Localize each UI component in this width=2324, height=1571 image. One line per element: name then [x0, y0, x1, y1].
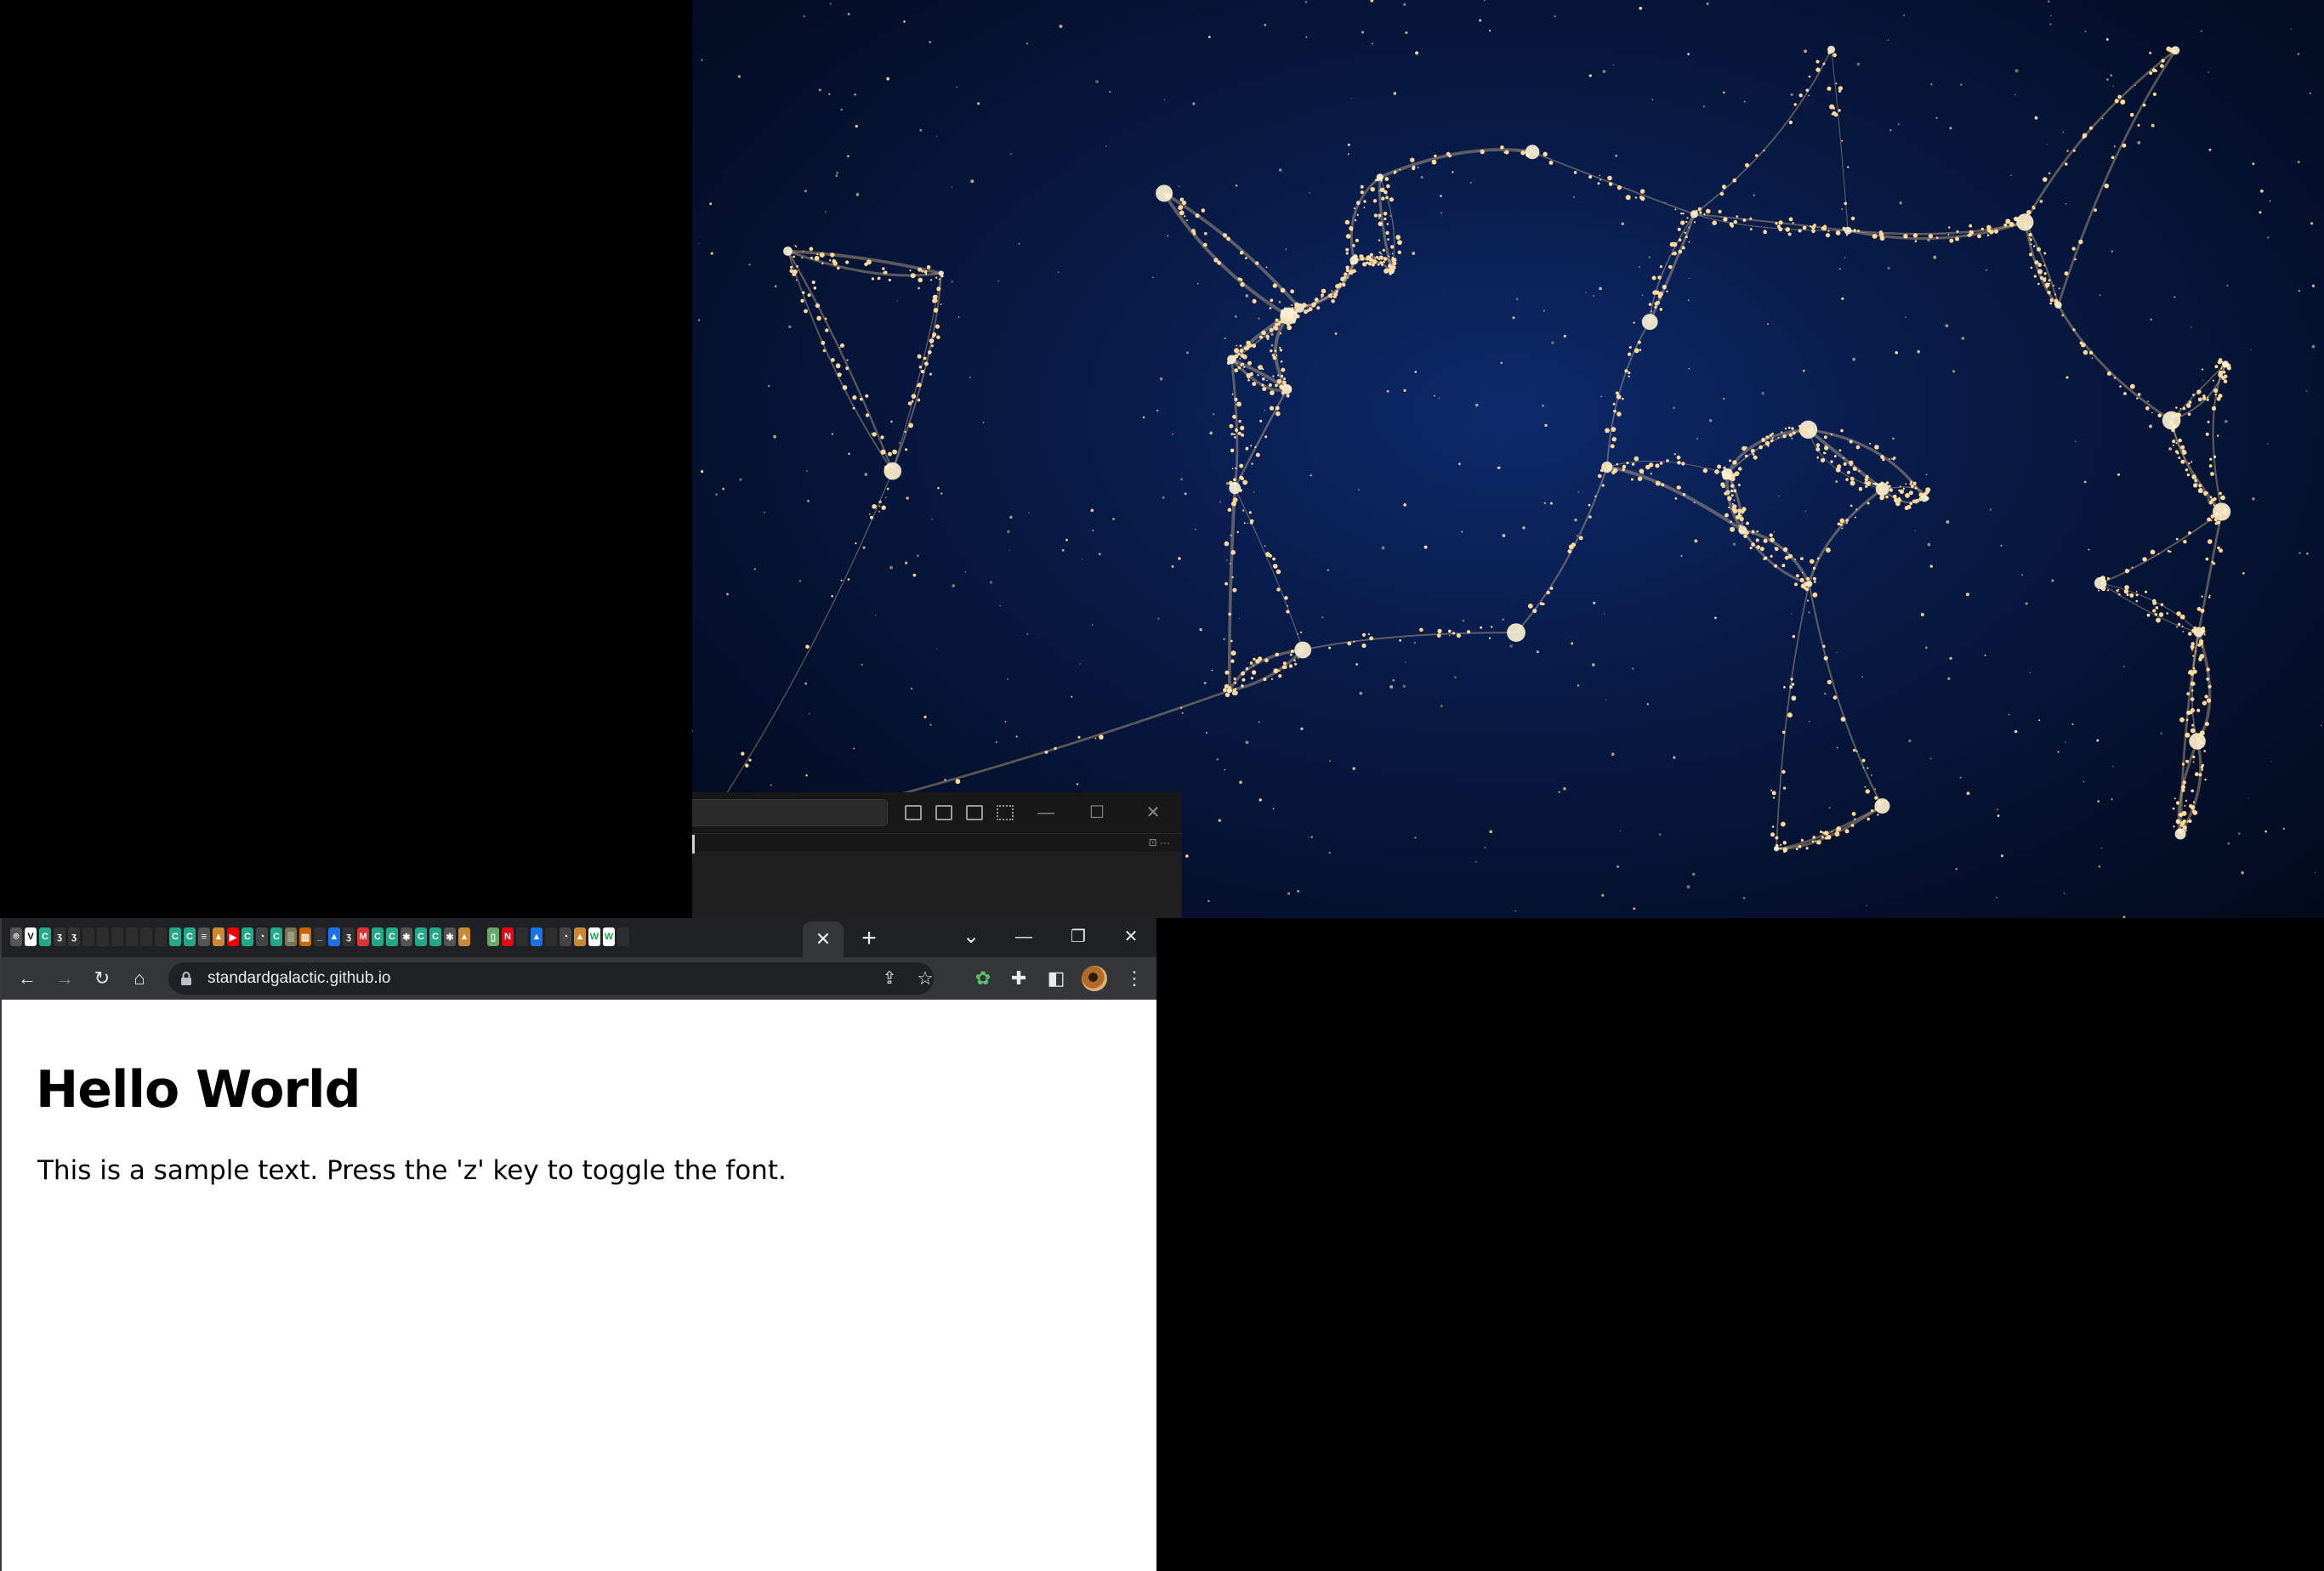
editor-maximize-button[interactable]: ☐: [1080, 801, 1114, 825]
pinned-tab-favicon[interactable]: [516, 927, 528, 946]
reload-icon[interactable]: ↻: [88, 965, 116, 992]
bookmark-star-icon[interactable]: ☆: [912, 965, 939, 992]
editor-window: — ☐ ✕ ⊡ ···: [692, 792, 1182, 918]
home-icon[interactable]: ⌂: [126, 965, 153, 992]
minimize-button[interactable]: —: [998, 922, 1049, 952]
editor-tab-strip: [692, 833, 1182, 852]
close-window-button[interactable]: ✕: [1105, 922, 1156, 952]
pinned-tab-favicon[interactable]: W: [603, 927, 615, 946]
pinned-tab-list: ⌾ V Cʒ ʒ C C ≡ ▲ ▶ C ◔ C ▒ ▥ _ ▲ ʒ M C C ✱ C C ✱ ▲ ▯ N ▲ ◔ ▲ W W: [10, 927, 629, 947]
editor-titlebar: — ☐ ✕: [692, 792, 1182, 833]
pinned-tab-favicon[interactable]: _: [314, 927, 326, 946]
toggle-primary-sidebar-icon[interactable]: [905, 805, 922, 820]
pinned-tab-favicon[interactable]: C: [386, 927, 398, 946]
pinned-tab-favicon[interactable]: ▲: [574, 927, 586, 946]
pinned-tab-favicon[interactable]: ✱: [444, 927, 456, 946]
pinned-tab-favicon[interactable]: ◔: [560, 927, 571, 946]
editor-more-actions[interactable]: ⊡ ···: [1149, 837, 1170, 848]
chrome-window: ⌾ V Cʒ ʒ C C ≡ ▲ ▶ C ◔ C ▒ ▥ _ ▲ ʒ M C C ✱ C C ✱ ▲ ▯ N ▲ ◔ ▲ W W ✕ + ⌄ …: [0, 918, 1156, 1571]
pinned-tab-favicon[interactable]: ʒ: [343, 927, 355, 946]
pinned-tab-favicon[interactable]: [155, 927, 167, 946]
pinned-tab-favicon[interactable]: ʒ: [54, 927, 65, 946]
pinned-tab-favicon[interactable]: ▲: [213, 927, 224, 946]
lock-icon: [181, 972, 191, 985]
pinned-tab-favicon[interactable]: [545, 927, 557, 946]
share-icon[interactable]: ⇪: [876, 965, 903, 992]
pinned-tab-favicon[interactable]: [617, 927, 629, 946]
page-paragraph: This is a sample text. Press the 'z' key…: [37, 1155, 787, 1186]
pinned-tab-favicon[interactable]: [473, 927, 485, 946]
restore-button[interactable]: ❐: [1053, 922, 1104, 952]
pinned-tab-favicon[interactable]: C: [415, 927, 427, 946]
pinned-tab-favicon[interactable]: W: [588, 927, 600, 946]
pinned-tab-favicon[interactable]: ✱: [401, 927, 412, 946]
pinned-tab-favicon[interactable]: ⌾: [10, 927, 22, 946]
pinned-tab-favicon[interactable]: C: [39, 927, 51, 946]
tab-search-button[interactable]: ⌄: [946, 922, 997, 952]
editor-command-center[interactable]: [692, 799, 888, 826]
pinned-tab-favicon[interactable]: ▒: [285, 927, 297, 946]
tab-strip: ⌾ V Cʒ ʒ C C ≡ ▲ ▶ C ◔ C ▒ ▥ _ ▲ ʒ M C C ✱ C C ✱ ▲ ▯ N ▲ ◔ ▲ W W ✕ + ⌄ …: [2, 918, 1156, 957]
page-heading: Hello World: [36, 1060, 361, 1120]
url-text: standardgalactic.github.io: [207, 969, 391, 987]
pinned-tab-favicon[interactable]: [126, 927, 138, 946]
pinned-tab-favicon[interactable]: C: [241, 927, 253, 946]
back-arrow-icon[interactable]: ←: [14, 965, 41, 992]
pinned-tab-favicon[interactable]: M: [357, 927, 369, 946]
pinned-tab-favicon[interactable]: [111, 927, 123, 946]
toggle-secondary-sidebar-icon[interactable]: [966, 805, 983, 820]
extensions-puzzle-icon[interactable]: ✚: [1005, 965, 1032, 992]
active-tab[interactable]: ✕: [803, 922, 844, 957]
forward-arrow-icon[interactable]: →: [51, 965, 78, 992]
new-tab-button[interactable]: +: [854, 923, 884, 954]
pinned-tab-favicon[interactable]: [82, 927, 94, 946]
cosmic-web-image: [692, 0, 2322, 918]
pinned-tab-favicon[interactable]: C: [169, 927, 181, 946]
pinned-tab-favicon[interactable]: ◔: [256, 927, 268, 946]
pinned-tab-favicon[interactable]: C: [184, 927, 196, 946]
pinned-tab-favicon[interactable]: [97, 927, 109, 946]
pinned-tab-favicon[interactable]: ▯: [487, 927, 499, 946]
pinned-tab-favicon[interactable]: C: [429, 927, 441, 946]
pinned-tab-favicon[interactable]: ▲: [458, 927, 470, 946]
browser-toolbar: ← → ↻ ⌂ standardgalactic.github.io ⇪ ☆ ✿…: [2, 957, 1156, 1000]
pinned-tab-favicon[interactable]: [140, 927, 152, 946]
pinned-tab-favicon[interactable]: ▶: [227, 927, 239, 946]
pinned-tab-favicon[interactable]: ▲: [328, 927, 340, 946]
close-tab-icon[interactable]: ✕: [815, 928, 831, 950]
pinned-tab-favicon[interactable]: ▥: [299, 927, 311, 946]
pinned-tab-favicon[interactable]: N: [502, 927, 514, 946]
editor-close-button[interactable]: ✕: [1136, 801, 1170, 825]
pinned-tab-favicon[interactable]: C: [372, 927, 384, 946]
extension-icon[interactable]: ✿: [969, 965, 997, 992]
text-cursor: [692, 835, 695, 854]
pinned-tab-favicon[interactable]: V: [25, 927, 37, 946]
pinned-tab-favicon[interactable]: ▲: [531, 927, 543, 946]
page-content: Hello World This is a sample text. Press…: [2, 1001, 1156, 1571]
pinned-tab-favicon[interactable]: ʒ: [68, 927, 80, 946]
kebab-menu-icon[interactable]: ⋮: [1121, 965, 1148, 992]
profile-avatar[interactable]: [1082, 966, 1107, 991]
side-panel-icon[interactable]: ◧: [1043, 965, 1070, 992]
pinned-tab-favicon[interactable]: C: [270, 927, 282, 946]
customize-layout-icon[interactable]: [997, 805, 1014, 820]
desktop-wallpaper: [692, 0, 2324, 918]
address-bar[interactable]: standardgalactic.github.io ⇪ ☆: [168, 962, 934, 995]
pinned-tab-favicon[interactable]: ≡: [198, 927, 210, 946]
toggle-panel-icon[interactable]: [935, 805, 952, 820]
editor-minimize-button[interactable]: —: [1029, 801, 1063, 825]
